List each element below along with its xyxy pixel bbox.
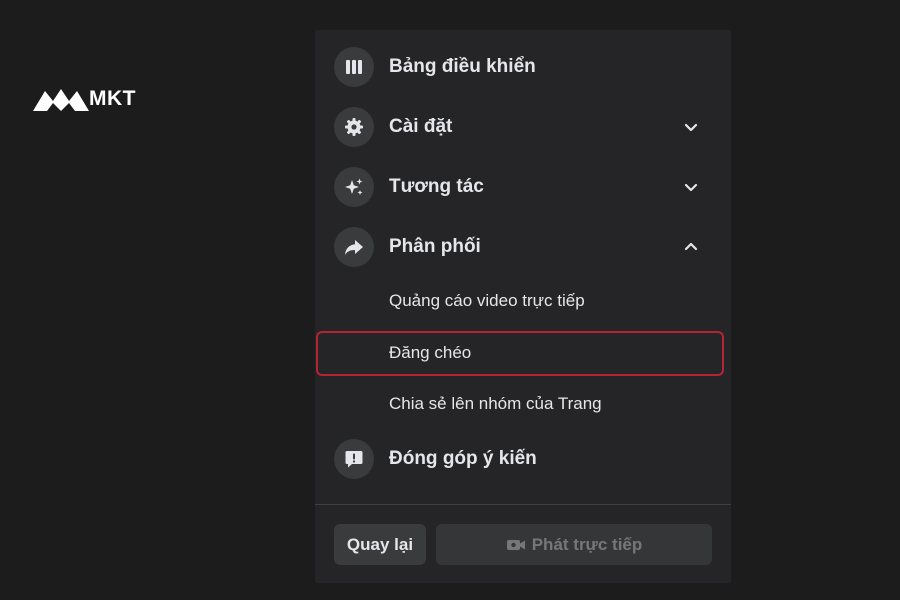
- feedback-icon: [334, 439, 374, 479]
- mkt-logo: MKT: [31, 85, 136, 113]
- chevron-down-icon[interactable]: [683, 179, 699, 195]
- back-button[interactable]: Quay lại: [334, 524, 426, 565]
- share-arrow-icon: [334, 227, 374, 267]
- video-camera-icon: [506, 539, 525, 550]
- menu-item-engagement[interactable]: Tương tác: [315, 161, 731, 213]
- menu-item-label: Đóng góp ý kiến: [389, 448, 537, 469]
- menu-item-label: Phân phối: [389, 236, 481, 257]
- dashboard-icon: [334, 47, 374, 87]
- logo-text: MKT: [89, 87, 136, 110]
- menu-item-distribution[interactable]: Phân phối: [315, 221, 731, 273]
- submenu-item-live-video-ads[interactable]: Quảng cáo video trực tiếp: [389, 291, 585, 311]
- submenu-item-share-to-page-groups[interactable]: Chia sẻ lên nhóm của Trang: [389, 394, 602, 414]
- chevron-up-icon[interactable]: [683, 239, 699, 255]
- chevron-down-icon[interactable]: [683, 119, 699, 135]
- live-menu-panel: Bảng điều khiển Cài đặt Tương tác Phân p…: [315, 30, 731, 583]
- go-live-label: Phát trực tiếp: [531, 534, 643, 554]
- menu-item-feedback[interactable]: Đóng góp ý kiến: [315, 433, 731, 485]
- sparkle-icon: [334, 167, 374, 207]
- menu-item-dashboard[interactable]: Bảng điều khiển: [315, 41, 731, 93]
- submenu-item-crosspost[interactable]: Đăng chéo: [389, 343, 471, 363]
- divider: [315, 504, 731, 505]
- menu-item-label: Tương tác: [389, 176, 484, 197]
- menu-item-settings[interactable]: Cài đặt: [315, 101, 731, 153]
- highlight-box: [316, 331, 724, 376]
- gear-icon: [334, 107, 374, 147]
- mkt-logo-mark-icon: [33, 89, 89, 111]
- menu-item-label: Cài đặt: [389, 116, 453, 137]
- go-live-button[interactable]: Phát trực tiếp: [436, 524, 712, 565]
- menu-item-label: Bảng điều khiển: [389, 56, 536, 77]
